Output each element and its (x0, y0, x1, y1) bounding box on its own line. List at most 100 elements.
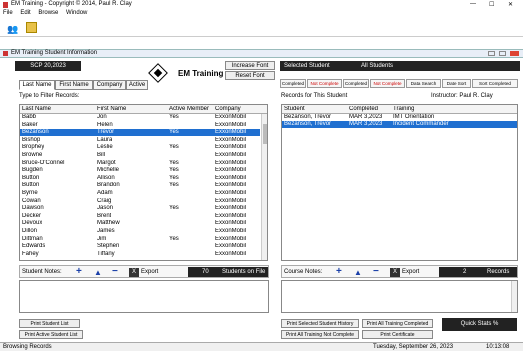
table-cell: Trevor (97, 129, 115, 136)
table-row[interactable]: Bezanson, Trevor MAR 3,2023 Incident Comma… (282, 121, 517, 128)
record-tab-3[interactable]: Not Complete (370, 79, 405, 88)
col-completed[interactable]: Completed (349, 106, 378, 112)
app-icon (3, 2, 8, 8)
increase-font-button[interactable]: Increase Font (225, 61, 275, 70)
filter-label: Type to Filter Records: (19, 93, 80, 99)
table-cell: Yes (169, 235, 179, 242)
inner-maximize-icon[interactable] (499, 51, 506, 56)
print-student-list-button[interactable]: Print Student List (19, 319, 80, 328)
table-cell: Leslie (97, 144, 113, 151)
add-course-note-icon[interactable]: + (336, 266, 342, 277)
print-selected-history-button[interactable]: Print Selected Student History (281, 319, 359, 328)
table-cell: Helen (97, 121, 113, 128)
tab-active[interactable]: Active (126, 80, 148, 90)
record-tab-2[interactable]: Completed (343, 79, 369, 88)
table-cell: ExxonMobil (215, 243, 247, 250)
col-active-member[interactable]: Active Member (169, 106, 209, 112)
student-count-label: Students on File (222, 269, 266, 275)
col-student[interactable]: Student (284, 106, 305, 112)
course-notes-scrollbar[interactable] (511, 281, 517, 312)
student-export-link[interactable]: Export (141, 269, 158, 275)
table-cell: ExxonMobil (215, 235, 247, 242)
table-cell: Tiffany (97, 250, 115, 257)
table-cell: Dawson (22, 205, 44, 212)
table-cell: ExxonMobil (215, 250, 247, 257)
up-triangle-icon[interactable]: ▲ (94, 268, 102, 277)
record-tab-6[interactable]: Sort Completed (472, 79, 518, 88)
table-cell: Bezanson, Trevor (284, 121, 332, 127)
course-up-triangle-icon[interactable]: ▲ (354, 268, 362, 277)
table-row[interactable]: Babb Jon Yes ExxonMobil (20, 114, 260, 121)
tab-last-name[interactable]: Last Name (19, 80, 55, 90)
record-tab-5[interactable]: Date Sort (442, 79, 471, 88)
record-rows: Bezanson, Trevor MAR 3,2023 IMT Orientatio… (282, 114, 517, 260)
maximize-button[interactable]: ☐ (489, 1, 494, 8)
menu-window[interactable]: Window (66, 10, 87, 16)
menu-edit[interactable]: Edit (20, 10, 30, 16)
student-grid-scrollbar[interactable] (261, 114, 267, 260)
table-cell: Decker (22, 212, 42, 219)
table-row[interactable]: Button Allison Yes ExxonMobil (20, 175, 260, 182)
table-row[interactable]: Bugden Michelle Yes ExxonMobil (20, 167, 260, 174)
quick-stats-button[interactable]: Quick Stats % (442, 318, 517, 331)
course-notes-textarea[interactable] (281, 280, 518, 313)
excel-icon[interactable]: X (129, 268, 139, 277)
table-cell: ExxonMobil (215, 182, 247, 189)
table-row[interactable]: Browne Bill ExxonMobil (20, 152, 260, 159)
print-certificate-button[interactable]: Print Certificate (362, 330, 433, 339)
course-excel-icon[interactable]: X (390, 268, 400, 277)
reset-font-button[interactable]: Reset Font (225, 71, 275, 80)
table-cell: Bishop (22, 136, 41, 143)
record-count-label: Records (487, 269, 510, 275)
people-icon[interactable]: 👥 (7, 24, 18, 35)
table-row[interactable]: Baker Helen ExxonMobil (20, 122, 260, 129)
table-row[interactable]: Bezanson Trevor Yes ExxonMobil (20, 129, 260, 137)
table-row[interactable]: Decker Brent ExxonMobil (20, 213, 260, 220)
table-row[interactable]: Dillon James ExxonMobil (20, 228, 260, 235)
table-row[interactable]: Bishop Laura ExxonMobil (20, 137, 260, 144)
table-row[interactable]: Dittman Jim Yes ExxonMobil (20, 236, 260, 243)
table-row[interactable]: Bezanson, Trevor MAR 3,2023 IMT Orientatio… (282, 114, 517, 121)
table-cell: Allison (97, 174, 115, 181)
add-note-icon[interactable]: + (76, 266, 82, 277)
table-row[interactable]: Edwards Stephen ExxonMobil (20, 243, 260, 250)
print-active-student-list-button[interactable]: Print Active Student List (19, 330, 83, 339)
delete-course-note-icon[interactable]: − (373, 266, 379, 277)
col-first-name[interactable]: First Name (97, 106, 126, 112)
tab-company[interactable]: Company (93, 80, 126, 90)
table-cell: Devoux (22, 220, 43, 227)
table-row[interactable]: Brophey Leslie Yes ExxonMobil (20, 144, 260, 151)
col-training[interactable]: Training (393, 106, 414, 112)
print-all-completed-button[interactable]: Print All Training Completed (362, 319, 433, 328)
minimize-button[interactable]: — (470, 1, 476, 7)
table-row[interactable]: Dawson Jason Yes ExxonMobil (20, 205, 260, 212)
menu-browse[interactable]: Browse (38, 10, 58, 16)
record-tab-4[interactable]: Data Search (406, 79, 441, 88)
exit-icon[interactable] (26, 22, 37, 33)
delete-note-icon[interactable]: − (112, 266, 118, 277)
tab-first-name[interactable]: First Name (55, 80, 93, 90)
course-export-link[interactable]: Export (402, 269, 419, 275)
inner-window-title: EM Training Student Information (0, 49, 523, 58)
table-row[interactable]: Devoux Matthew ExxonMobil (20, 220, 260, 227)
inner-close-icon[interactable] (510, 51, 519, 56)
scp-code-box: SCP 20,2023 (15, 61, 81, 71)
table-row[interactable]: Fahey Tiffany ExxonMobil (20, 251, 260, 258)
record-tab-0[interactable]: Completed (280, 79, 306, 88)
menu-file[interactable]: File (3, 10, 13, 16)
record-tab-1[interactable]: Not Complete (307, 79, 342, 88)
table-cell: Byrne (22, 190, 38, 196)
table-row[interactable]: Bruce-O'Connel Margot Yes ExxonMobil (20, 160, 260, 167)
col-last-name[interactable]: Last Name (22, 106, 51, 112)
table-cell: MAR 3,2023 (349, 114, 383, 120)
table-row[interactable]: Button Brandon Yes ExxonMobil (20, 182, 260, 189)
table-row[interactable]: Byrne Adam ExxonMobil (20, 190, 260, 197)
table-cell: Michelle (97, 167, 120, 174)
col-company[interactable]: Company (215, 106, 241, 112)
student-notes-textarea[interactable] (19, 280, 269, 313)
table-cell: Baker (22, 121, 38, 128)
close-button[interactable]: ✕ (508, 1, 513, 8)
inner-minimize-icon[interactable] (488, 51, 495, 56)
table-row[interactable]: Cowan Craig ExxonMobil (20, 198, 260, 205)
print-not-complete-button[interactable]: Print All Training Not Complete (281, 330, 359, 339)
